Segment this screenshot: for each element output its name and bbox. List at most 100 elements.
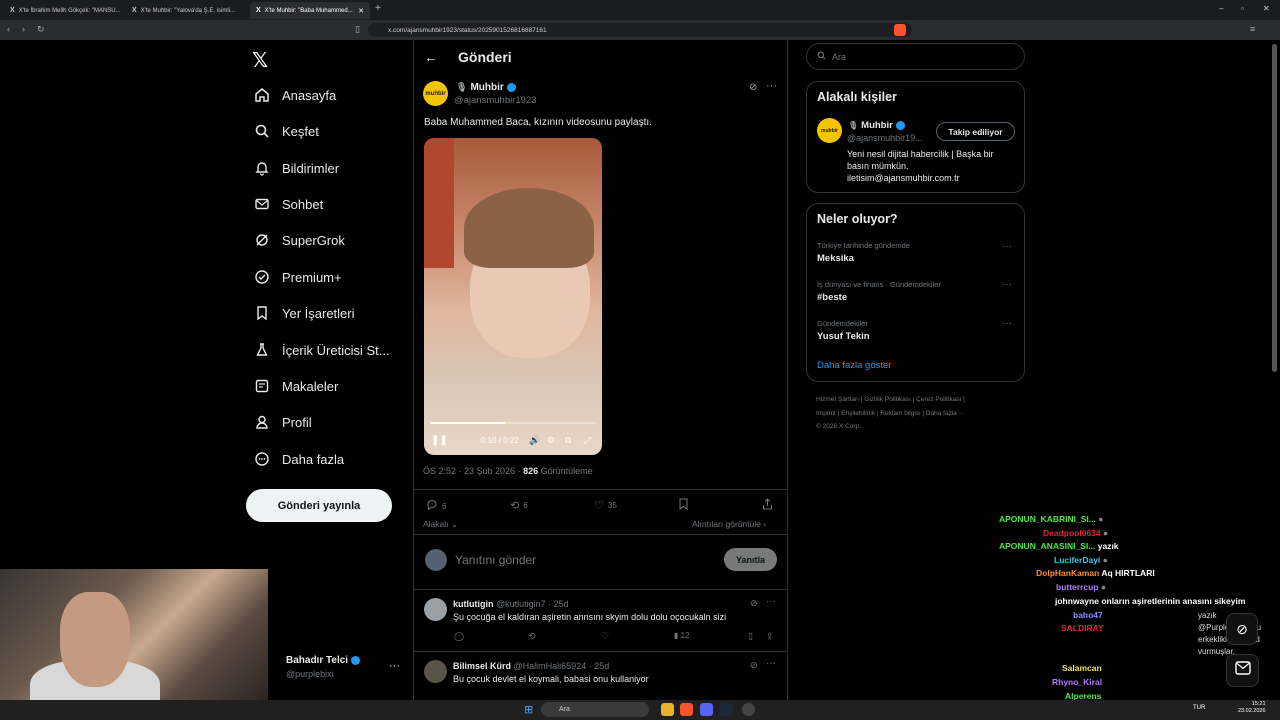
sidebar-item-supergrok[interactable]: SuperGrok: [254, 228, 345, 252]
views-label: Görüntüleme: [538, 466, 593, 476]
sidebar-item-explore[interactable]: Keşfet: [254, 119, 319, 143]
sidebar-item-articles[interactable]: Makaleler: [254, 374, 338, 398]
language-indicator[interactable]: TUR: [1193, 705, 1205, 711]
grok-icon[interactable]: ⊘: [749, 82, 757, 93]
footer-links[interactable]: Hizmet Şartları | Gizlilik Politikası | …: [816, 396, 965, 403]
more-dots-icon[interactable]: ···: [389, 660, 400, 672]
related-person-name[interactable]: 🎙 Muhbir: [848, 120, 905, 131]
url-bar[interactable]: x.com/ajansmuhbir1923/status/20259015268…: [368, 23, 912, 37]
sidebar-item-notifications[interactable]: Bildirimler: [254, 156, 339, 180]
taskbar-clock[interactable]: 15:21 23.02.2026: [1238, 701, 1266, 715]
sidebar-item-creator-studio[interactable]: İçerik Üreticisi St...: [254, 338, 390, 362]
reply-action[interactable]: 6: [426, 499, 446, 513]
more-dots-icon[interactable]: ···: [766, 80, 777, 92]
video-player[interactable]: [424, 138, 602, 455]
messages-floating-button[interactable]: [1226, 654, 1259, 687]
comment-icon[interactable]: ◯: [454, 631, 464, 642]
show-more-link[interactable]: Daha fazla göster: [817, 360, 891, 371]
author-name[interactable]: 🎙 Muhbir: [456, 82, 516, 93]
reply-item[interactable]: Bilimsel Kürd @HalimHali65924 · 25d Bu ç…: [424, 658, 779, 700]
sidebar-item-bookmarks[interactable]: Yer İşaretleri: [254, 301, 355, 325]
sidebar-item-chat[interactable]: Sohbet: [254, 192, 323, 216]
views-action[interactable]: ▮ 12: [674, 631, 690, 640]
browser-tab[interactable]: X X'te Muhbir: "Yalova'da Ş.E. isimli...: [126, 2, 246, 19]
sidebar-item-premium[interactable]: Premium+: [254, 265, 342, 289]
author-handle[interactable]: @ajansmuhbir1923: [454, 95, 537, 106]
more-dots-icon[interactable]: ···: [1002, 318, 1012, 329]
following-button[interactable]: Takip ediliyor: [936, 122, 1015, 141]
bookmark-page-icon[interactable]: ▯: [355, 24, 360, 35]
avatar[interactable]: muhbir: [423, 81, 448, 106]
reply-author[interactable]: kutlutigin: [453, 599, 494, 609]
more-dots-icon[interactable]: ···: [1002, 279, 1012, 290]
scrollbar[interactable]: [1272, 44, 1277, 372]
forward-nav-icon[interactable]: ›: [22, 24, 25, 34]
sidebar-item-home[interactable]: Anasayfa: [254, 83, 336, 107]
account-switcher[interactable]: Bahadır Telci @purplebixi: [286, 655, 361, 679]
x-logo-icon[interactable]: 𝕏: [252, 48, 268, 73]
grok-icon[interactable]: ⊘: [750, 598, 758, 609]
browser-tab-active[interactable]: X X'te Muhbir: "Baba Muhammed... ✕: [250, 2, 370, 19]
trend-name[interactable]: #beste: [817, 292, 847, 303]
avatar[interactable]: [424, 660, 447, 683]
heart-icon[interactable]: ♡: [601, 631, 609, 642]
avatar[interactable]: [424, 598, 447, 621]
like-action[interactable]: ♡ 35: [594, 499, 617, 512]
obs-icon[interactable]: [742, 703, 755, 716]
steam-icon[interactable]: [720, 703, 733, 716]
pip-icon[interactable]: ⧉: [565, 435, 571, 446]
bookmark-icon[interactable]: ▯: [748, 631, 753, 642]
share-icon[interactable]: ⇪: [766, 631, 774, 642]
maximize-icon[interactable]: ▫: [1241, 4, 1244, 13]
brave-shield-icon[interactable]: [894, 24, 906, 36]
share-action[interactable]: [762, 498, 773, 512]
grok-floating-button[interactable]: ⊘: [1226, 613, 1258, 645]
discord-icon[interactable]: [700, 703, 713, 716]
trend-name[interactable]: Yusuf Tekin: [817, 331, 870, 342]
windows-start-icon[interactable]: ⊞: [524, 703, 533, 716]
taskbar-search-label: Ara: [559, 706, 570, 713]
more-dots-icon[interactable]: ···: [766, 596, 776, 607]
reload-icon[interactable]: ↻: [37, 24, 45, 35]
bookmark-action[interactable]: [678, 498, 689, 512]
brave-browser-icon[interactable]: [680, 703, 693, 716]
trend-name[interactable]: Meksika: [817, 253, 854, 264]
view-quotes-link[interactable]: Alıntıları görüntüle ›: [692, 519, 766, 529]
footer-links[interactable]: Imprint | Erişilebilirlik | Reklam bilgi…: [816, 410, 965, 417]
more-dots-icon[interactable]: ···: [1002, 241, 1012, 252]
taskbar-search[interactable]: Ara: [541, 702, 649, 717]
file-explorer-icon[interactable]: [661, 703, 674, 716]
reply-button[interactable]: Yanıtla: [724, 548, 777, 571]
reply-author[interactable]: Bilimsel Kürd: [453, 661, 511, 671]
related-person-handle[interactable]: @ajansmuhbir19...: [847, 133, 923, 143]
more-dots-icon[interactable]: ···: [766, 658, 776, 669]
sidebar-item-profile[interactable]: Profil: [254, 410, 312, 434]
search-input[interactable]: Ara: [806, 43, 1025, 70]
repost-action[interactable]: ⟲ 6: [510, 499, 528, 512]
post-button[interactable]: Gönderi yayınla: [246, 489, 392, 522]
sidebar-item-label: Yer İşaretleri: [282, 305, 355, 321]
repost-icon[interactable]: ⟲: [528, 631, 536, 642]
fullscreen-icon[interactable]: ⤢: [584, 435, 591, 446]
avatar[interactable]: muhbir: [817, 118, 842, 143]
sidebar-item-more[interactable]: Daha fazla: [254, 447, 344, 471]
minimize-icon[interactable]: –: [1219, 4, 1223, 13]
close-window-icon[interactable]: ✕: [1263, 4, 1270, 13]
back-nav-icon[interactable]: ‹: [7, 24, 10, 34]
settings-icon[interactable]: ⚙: [547, 435, 555, 446]
grok-icon[interactable]: ⊘: [750, 660, 758, 671]
browser-tab[interactable]: X X'te İbrahim Melih Gökçek: "MANSU...: [4, 2, 124, 19]
search-icon: [254, 123, 270, 139]
related-person-bio: Yeni nesil dijital habercilik | Başka bi…: [847, 149, 994, 183]
volume-icon[interactable]: 🔊: [529, 435, 540, 446]
back-arrow-icon[interactable]: ←: [424, 49, 438, 65]
reply-count: 6: [442, 501, 447, 511]
browser-menu-icon[interactable]: ≡: [1250, 24, 1255, 34]
pause-icon[interactable]: ❚❚: [431, 435, 448, 446]
reply-item[interactable]: kutlutigin @kutlutigin7 · 25d Şu çocuğa …: [424, 596, 779, 648]
new-tab-button[interactable]: +: [375, 3, 381, 14]
reply-input[interactable]: Yanıtını gönder: [455, 553, 536, 567]
sort-dropdown[interactable]: Alakalı ⌄: [423, 519, 458, 530]
emote-icon: ●: [1098, 514, 1104, 524]
close-tab-icon[interactable]: ✕: [354, 7, 364, 15]
